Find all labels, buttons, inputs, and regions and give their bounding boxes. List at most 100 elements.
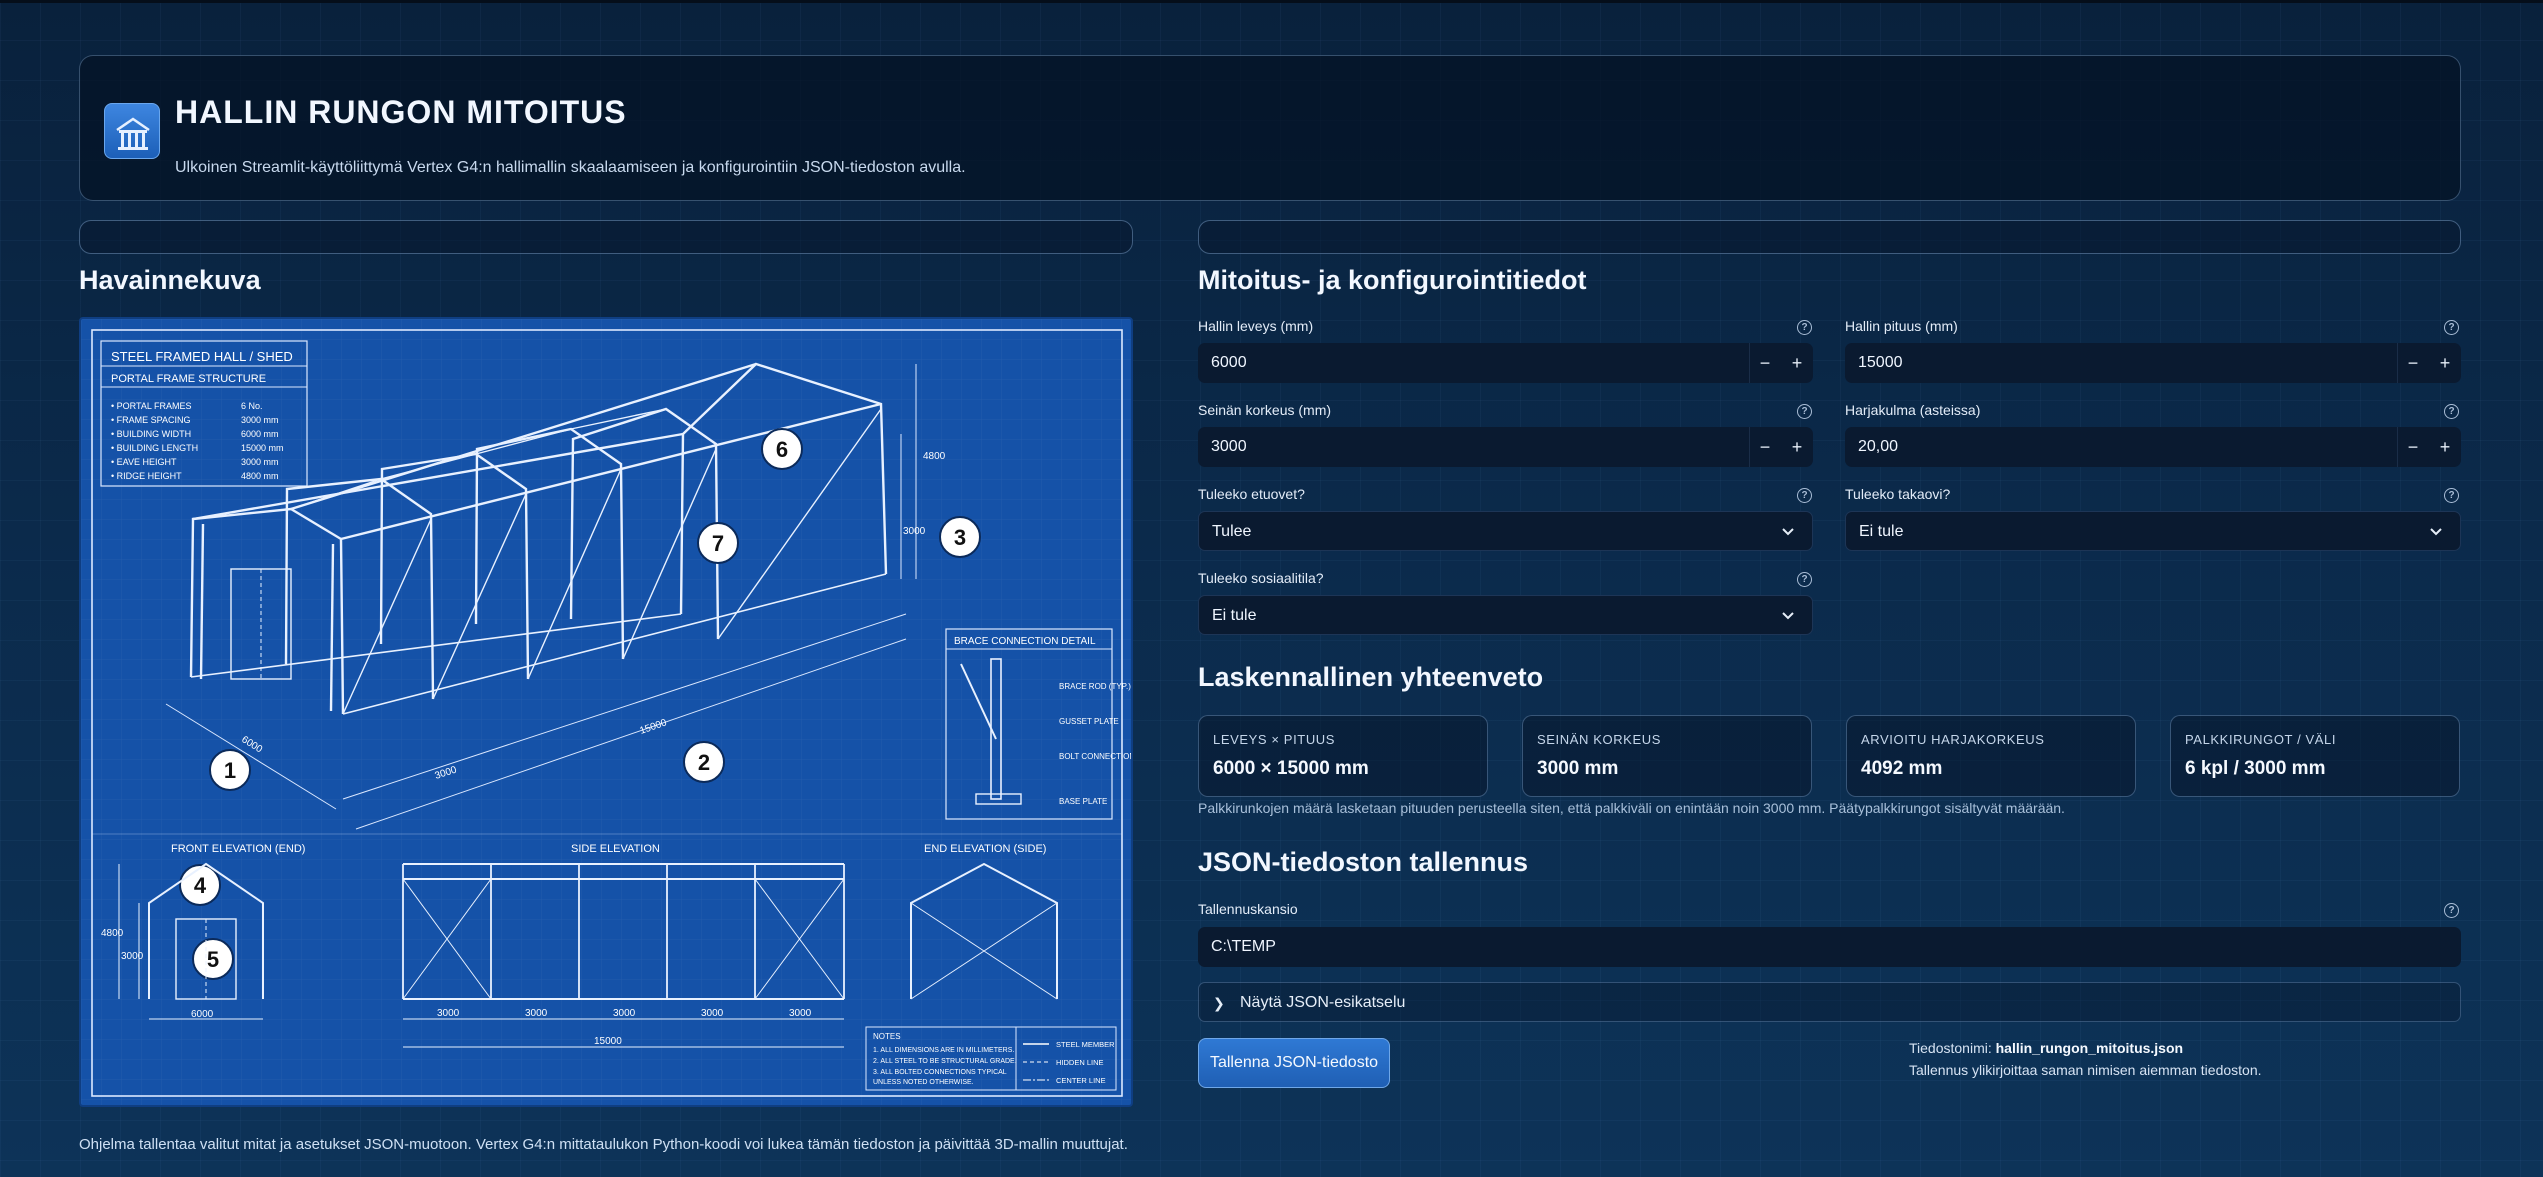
svg-text:4800: 4800: [923, 451, 946, 462]
spec-label: • BUILDING LENGTH: [111, 443, 198, 453]
footer-note: Ohjelma tallentaa valitut mitat ja asetu…: [79, 1136, 1128, 1153]
config-heading: Mitoitus- ja konfigurointitiedot: [1198, 265, 1587, 295]
svg-text:GUSSET PLATE: GUSSET PLATE: [1059, 717, 1119, 726]
metric-value: 4092 mm: [1861, 758, 1943, 779]
increment-button[interactable]: +: [2429, 427, 2461, 467]
calculation-note: Palkkirunkojen määrä lasketaan pituuden …: [1198, 800, 2065, 816]
spec-value: 6 No.: [241, 401, 263, 411]
length-label: Hallin pituus (mm): [1845, 318, 1958, 334]
illustration-heading: Havainnekuva: [79, 265, 261, 295]
roof-angle-value: 20,00: [1858, 438, 1899, 455]
callout-6: 6: [776, 437, 788, 462]
folder-label: Tallennuskansio: [1198, 901, 1298, 917]
svg-text:CENTER LINE: CENTER LINE: [1056, 1076, 1106, 1085]
svg-text:FRONT ELEVATION (END): FRONT ELEVATION (END): [171, 843, 305, 855]
overwrite-note: Tallennus ylikirjoittaa saman nimisen ai…: [1909, 1062, 2262, 1078]
metric-label: PALKKIRUNGOT / VÄLI: [2185, 732, 2337, 747]
filename-text: Tiedostonimi: hallin_rungon_mitoitus.jso…: [1909, 1040, 2183, 1056]
svg-text:SIDE ELEVATION: SIDE ELEVATION: [571, 843, 660, 855]
svg-text:BRACE ROD (TYP.): BRACE ROD (TYP.): [1059, 682, 1131, 691]
length-value: 15000: [1858, 354, 1903, 371]
svg-text:NOTES: NOTES: [873, 1032, 901, 1041]
help-icon[interactable]: ?: [2444, 903, 2459, 918]
metric-label: LEVEYS × PITUUS: [1213, 732, 1336, 747]
increment-button[interactable]: +: [1781, 427, 1813, 467]
front-door-label: Tuleeko etuovet?: [1198, 486, 1305, 502]
folder-input[interactable]: C:\TEMP: [1198, 927, 2461, 967]
roof-angle-input[interactable]: 20,00 − +: [1845, 427, 2461, 467]
svg-text:15000: 15000: [594, 1036, 622, 1047]
svg-text:3000: 3000: [789, 1008, 812, 1019]
width-input[interactable]: 6000 − +: [1198, 343, 1813, 383]
help-icon[interactable]: ?: [2444, 488, 2459, 503]
svg-text:3. ALL BOLTED CONNECTIONS TYP: 3. ALL BOLTED CONNECTIONS TYPICAL: [873, 1069, 1007, 1076]
length-input[interactable]: 15000 − +: [1845, 343, 2461, 383]
back-door-select[interactable]: Ei tule: [1845, 511, 2461, 551]
width-value: 6000: [1211, 354, 1247, 371]
save-json-button[interactable]: Tallenna JSON-tiedosto: [1198, 1038, 1390, 1088]
wall-height-value: 3000: [1211, 438, 1247, 455]
metric-value: 3000 mm: [1537, 758, 1619, 779]
callout-3: 3: [954, 525, 966, 550]
wall-height-input[interactable]: 3000 − +: [1198, 427, 1813, 467]
increment-button[interactable]: +: [2429, 343, 2461, 383]
metric-label: ARVIOITU HARJAKORKEUS: [1861, 732, 2045, 747]
metric-value: 6000 × 15000 mm: [1213, 758, 1369, 779]
header-card: HALLIN RUNGON MITOITUS Ulkoinen Streamli…: [79, 55, 2461, 201]
spec-label: • PORTAL FRAMES: [111, 401, 192, 411]
spec-title: STEEL FRAMED HALL / SHED: [111, 349, 293, 364]
callout-2: 2: [698, 750, 710, 775]
svg-text:BRACE CONNECTION DETAIL: BRACE CONNECTION DETAIL: [954, 636, 1096, 647]
chevron-right-icon: ❯: [1213, 995, 1225, 1011]
svg-text:UNLESS NOTED OTHERWISE.: UNLESS NOTED OTHERWISE.: [873, 1079, 974, 1086]
decrement-button[interactable]: −: [1749, 427, 1781, 467]
svg-text:6000: 6000: [191, 1009, 214, 1020]
svg-text:HIDDEN LINE: HIDDEN LINE: [1056, 1058, 1104, 1067]
front-door-select[interactable]: Tulee: [1198, 511, 1813, 551]
help-icon[interactable]: ?: [1797, 488, 1812, 503]
svg-text:3000: 3000: [701, 1008, 724, 1019]
chevron-down-icon: [2430, 528, 2442, 536]
social-room-select[interactable]: Ei tule: [1198, 595, 1813, 635]
page-title: HALLIN RUNGON MITOITUS: [175, 94, 627, 130]
filename-prefix: Tiedostonimi:: [1909, 1040, 1996, 1056]
metric-card: ARVIOITU HARJAKORKEUS 4092 mm: [1846, 715, 2136, 797]
help-icon[interactable]: ?: [1797, 320, 1812, 335]
spec-label: • BUILDING WIDTH: [111, 429, 191, 439]
increment-button[interactable]: +: [1781, 343, 1813, 383]
svg-text:3000: 3000: [121, 951, 144, 962]
wall-height-label: Seinän korkeus (mm): [1198, 402, 1332, 418]
svg-text:1. ALL DIMENSIONS ARE IN MILL: 1. ALL DIMENSIONS ARE IN MILLIMETERS.: [873, 1047, 1014, 1054]
building-icon: [104, 103, 160, 159]
metric-card: PALKKIRUNGOT / VÄLI 6 kpl / 3000 mm: [2170, 715, 2460, 797]
front-door-value: Tulee: [1212, 523, 1252, 540]
spec-value: 15000 mm: [241, 443, 284, 453]
back-door-value: Ei tule: [1859, 523, 1904, 540]
left-spacer-pill: [79, 220, 1133, 254]
help-icon[interactable]: ?: [1797, 572, 1812, 587]
decrement-button[interactable]: −: [2397, 343, 2429, 383]
decrement-button[interactable]: −: [1749, 343, 1781, 383]
metric-value: 6 kpl / 3000 mm: [2185, 758, 2326, 779]
folder-value: C:\TEMP: [1211, 938, 1276, 955]
decrement-button[interactable]: −: [2397, 427, 2429, 467]
svg-text:2. ALL STEEL TO BE STRUCTURAL: 2. ALL STEEL TO BE STRUCTURAL GRADE.: [873, 1058, 1017, 1065]
help-icon[interactable]: ?: [1797, 404, 1812, 419]
chevron-down-icon: [1782, 528, 1794, 536]
json-preview-expander[interactable]: ❯ Näytä JSON-esikatselu: [1198, 982, 2461, 1022]
page-subtitle: Ulkoinen Streamlit-käyttöliittymä Vertex…: [175, 159, 966, 176]
svg-text:3000: 3000: [613, 1008, 636, 1019]
callout-1: 1: [224, 758, 236, 783]
back-door-label: Tuleeko takaovi?: [1845, 486, 1951, 502]
callout-4: 4: [194, 873, 207, 898]
hall-blueprint-image: STEEL FRAMED HALL / SHED PORTAL FRAME ST…: [79, 317, 1133, 1107]
help-icon[interactable]: ?: [2444, 320, 2459, 335]
spec-label: • RIDGE HEIGHT: [111, 471, 182, 481]
metric-card: LEVEYS × PITUUS 6000 × 15000 mm: [1198, 715, 1488, 797]
top-bar: [0, 0, 2543, 3]
callout-7: 7: [712, 531, 724, 556]
spec-value: 4800 mm: [241, 471, 279, 481]
svg-text:3000: 3000: [437, 1008, 460, 1019]
callout-5: 5: [207, 947, 219, 972]
help-icon[interactable]: ?: [2444, 404, 2459, 419]
